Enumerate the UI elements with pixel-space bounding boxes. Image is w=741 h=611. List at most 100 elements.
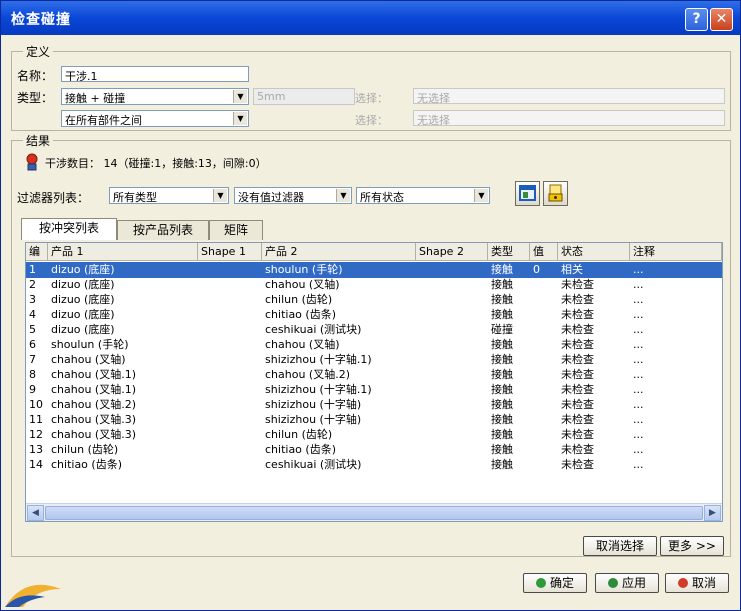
table-cell: 未检查: [561, 308, 594, 321]
title-bar[interactable]: 检查碰撞 ? ✕: [1, 1, 740, 35]
check-clash-dialog: 检查碰撞 ? ✕ 定义 名称： 干涉.1 类型： 接触 + 碰撞 ▼ 5mm 选…: [0, 0, 741, 611]
apply-label: 应用: [621, 576, 646, 590]
table-cell: 未检查: [561, 458, 594, 471]
ok-button[interactable]: 确定: [523, 573, 587, 593]
table-row[interactable]: 7 chahou (叉轴) shizizhou (十字轴.1) 接触 未检查...: [26, 352, 722, 368]
table-cell: chahou (叉轴.3): [51, 428, 137, 441]
table-cell: chitiao (齿条): [51, 458, 122, 471]
table-row[interactable]: 1 dizuo (底座) shoulun (手轮) 接触 0 相关...: [26, 262, 722, 278]
table-cell: ...: [633, 413, 644, 426]
table-cell: [419, 352, 487, 368]
table-row[interactable]: 11 chahou (叉轴.3) shizizhou (十字轴) 接触 未检查...: [26, 412, 722, 428]
column-header[interactable]: 编: [26, 243, 48, 261]
table-cell: 接触: [491, 263, 513, 276]
selection-label-1: 选择：: [355, 92, 388, 105]
table-row[interactable]: 5 dizuo (底座) ceshikuai (测试块) 碰撞 未检查...: [26, 322, 722, 338]
tab-by-conflict[interactable]: 按冲突列表: [21, 218, 117, 240]
distance-value: 5mm: [257, 90, 286, 103]
scroll-left-button[interactable]: ◀: [27, 505, 44, 521]
ok-label: 确定: [549, 576, 574, 590]
table-cell: 10: [29, 398, 43, 411]
filter-status-combo[interactable]: 所有状态 ▼: [356, 187, 490, 204]
column-header[interactable]: 注释: [630, 243, 722, 261]
result-tabs: 按冲突列表 按产品列表 矩阵: [21, 218, 321, 240]
table-row[interactable]: 9 chahou (叉轴.1) shizizhou (十字轴.1) 接触 未检查...: [26, 382, 722, 398]
table-cell: ...: [633, 293, 644, 306]
table-cell: 未检查: [561, 368, 594, 381]
export-lock-icon: [548, 184, 563, 202]
chevron-down-icon: ▼: [336, 189, 350, 202]
apply-status-icon: [607, 578, 618, 588]
table-cell: ...: [633, 443, 644, 456]
column-header[interactable]: Shape 1: [198, 243, 262, 261]
column-header[interactable]: 产品 1: [48, 243, 198, 261]
table-cell: [419, 457, 487, 473]
scroll-thumb[interactable]: [45, 506, 703, 520]
distance-field[interactable]: 5mm: [253, 88, 355, 105]
table-cell: 13: [29, 443, 43, 456]
export-button[interactable]: [543, 181, 568, 206]
preview-window-icon: [519, 185, 536, 201]
name-field[interactable]: 干涉.1: [61, 66, 249, 82]
table-cell: 未检查: [561, 383, 594, 396]
filter-value-combo[interactable]: 没有值过滤器 ▼: [234, 187, 352, 204]
table-cell: ...: [633, 458, 644, 471]
column-header[interactable]: 值: [530, 243, 558, 261]
table-cell: [419, 307, 487, 323]
scope-combo[interactable]: 在所有部件之间 ▼: [61, 110, 249, 127]
name-label: 名称：: [17, 69, 54, 83]
column-header[interactable]: 产品 2: [262, 243, 416, 261]
table-row[interactable]: 3 dizuo (底座) chilun (齿轮) 接触 未检查...: [26, 292, 722, 308]
table-cell: [201, 397, 261, 413]
table-cell: 2: [29, 278, 36, 291]
table-row[interactable]: 12 chahou (叉轴.3) chilun (齿轮) 接触 未检查...: [26, 427, 722, 443]
table-cell: 7: [29, 353, 36, 366]
table-row[interactable]: 6 shoulun (手轮) chahou (叉轴) 接触 未检查...: [26, 337, 722, 353]
table-cell: 未检查: [561, 428, 594, 441]
column-header[interactable]: 类型: [488, 243, 530, 261]
table-cell: ...: [633, 323, 644, 336]
table-cell: [201, 457, 261, 473]
filter-type-combo[interactable]: 所有类型 ▼: [109, 187, 229, 204]
cancel-selection-button[interactable]: 取消选择: [583, 536, 657, 556]
table-cell: 未检查: [561, 338, 594, 351]
filter-status-value: 所有状态: [360, 191, 404, 204]
selection-field-2[interactable]: 无选择: [413, 110, 725, 126]
conflict-list[interactable]: 编产品 1 Shape 1 产品 2 Shape 2 类型值状态 注释 1 dizuo (底…: [25, 242, 723, 522]
table-cell: [201, 337, 261, 353]
table-cell: 接触: [491, 338, 513, 351]
preview-button[interactable]: [515, 181, 540, 206]
table-cell: ceshikuai (测试块): [265, 323, 362, 336]
table-cell: 相关: [561, 263, 583, 276]
help-button[interactable]: ?: [685, 8, 708, 31]
filter-list-label: 过滤器列表：: [17, 191, 90, 205]
table-row[interactable]: 14 chitiao (齿条) ceshikuai (测试块) 接触 未检查...: [26, 457, 722, 473]
definition-group-title: 定义: [23, 43, 54, 60]
table-cell: [201, 292, 261, 308]
more-button[interactable]: 更多 >>: [660, 536, 724, 556]
table-cell: ...: [633, 278, 644, 291]
horizontal-scrollbar[interactable]: ◀ ▶: [26, 503, 722, 521]
tab-matrix[interactable]: 矩阵: [209, 220, 263, 240]
table-row[interactable]: 8 chahou (叉轴.1) chahou (叉轴.2) 接触 未检查...: [26, 367, 722, 383]
close-button[interactable]: ✕: [710, 8, 733, 31]
scroll-right-button[interactable]: ▶: [704, 505, 721, 521]
table-cell: [533, 442, 557, 458]
type-combo[interactable]: 接触 + 碰撞 ▼: [61, 88, 249, 105]
tab-by-product[interactable]: 按产品列表: [117, 220, 209, 240]
table-cell: chahou (叉轴): [51, 353, 126, 366]
column-header[interactable]: 状态: [558, 243, 630, 261]
cancel-button[interactable]: 取消: [665, 573, 729, 593]
apply-button[interactable]: 应用: [595, 573, 659, 593]
table-cell: 碰撞: [491, 323, 513, 336]
table-cell: chitiao (齿条): [265, 308, 336, 321]
table-row[interactable]: 10 chahou (叉轴.2) shizizhou (十字轴) 接触 未检查...: [26, 397, 722, 413]
table-row[interactable]: 13 chilun (齿轮) chitiao (齿条) 接触 未检查...: [26, 442, 722, 458]
selection-field-1[interactable]: 无选择: [413, 88, 725, 104]
table-row[interactable]: 4 dizuo (底座) chitiao (齿条) 接触 未检查...: [26, 307, 722, 323]
chevron-down-icon: ▼: [474, 189, 488, 202]
table-cell: [419, 262, 487, 278]
cancel-status-icon: [677, 578, 688, 588]
table-row[interactable]: 2 dizuo (底座) chahou (叉轴) 接触 未检查...: [26, 277, 722, 293]
column-header[interactable]: Shape 2: [416, 243, 488, 261]
